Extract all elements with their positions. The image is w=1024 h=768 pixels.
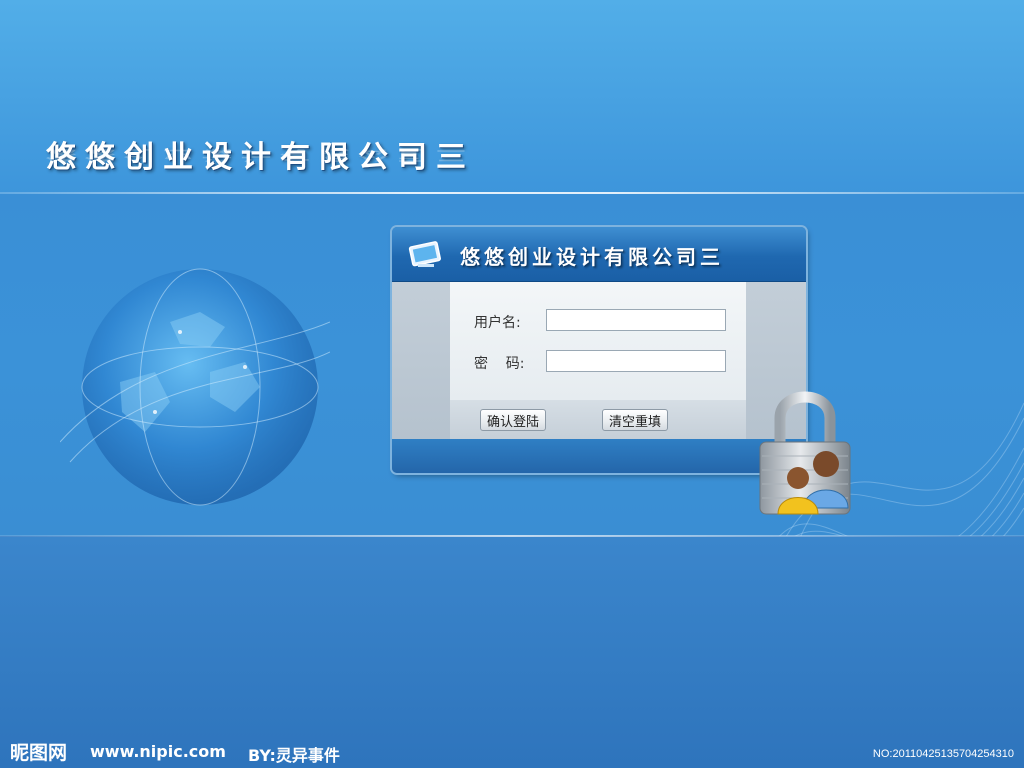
monitor-icon: [408, 241, 441, 267]
button-bar: 确认登陆 清空重填: [450, 400, 746, 439]
username-input[interactable]: [546, 309, 726, 331]
reset-button[interactable]: 清空重填: [602, 409, 669, 431]
watermark-site-name: 昵图网: [10, 742, 68, 764]
login-panel-body: 用户名: 密 码: 确认登陆 清空重填: [392, 282, 806, 439]
panel-left-border: [392, 282, 450, 439]
bottom-band: [0, 537, 1024, 768]
login-panel: 悠悠创业设计有限公司三 用户名: 密 码: 确认登陆 清空重填: [392, 227, 806, 473]
login-form: 用户名: 密 码:: [450, 282, 746, 400]
watermark-author: BY:灵异事件: [248, 746, 340, 765]
padlock-users-icon: [759, 391, 851, 515]
login-button[interactable]: 确认登陆: [480, 409, 547, 431]
login-panel-footer: [392, 439, 806, 473]
globe-graphic: [60, 268, 330, 506]
login-panel-header: 悠悠创业设计有限公司三: [392, 227, 806, 282]
password-input[interactable]: [546, 350, 726, 372]
password-label: 密 码:: [474, 356, 525, 372]
watermark-url: www.nipic.com: [90, 742, 226, 761]
company-title: 悠悠创业设计有限公司三: [46, 140, 475, 175]
username-label: 用户名:: [474, 315, 521, 331]
login-panel-title: 悠悠创业设计有限公司三: [460, 245, 724, 269]
watermark-image-number: NO:20110425135704254310: [872, 748, 1014, 760]
